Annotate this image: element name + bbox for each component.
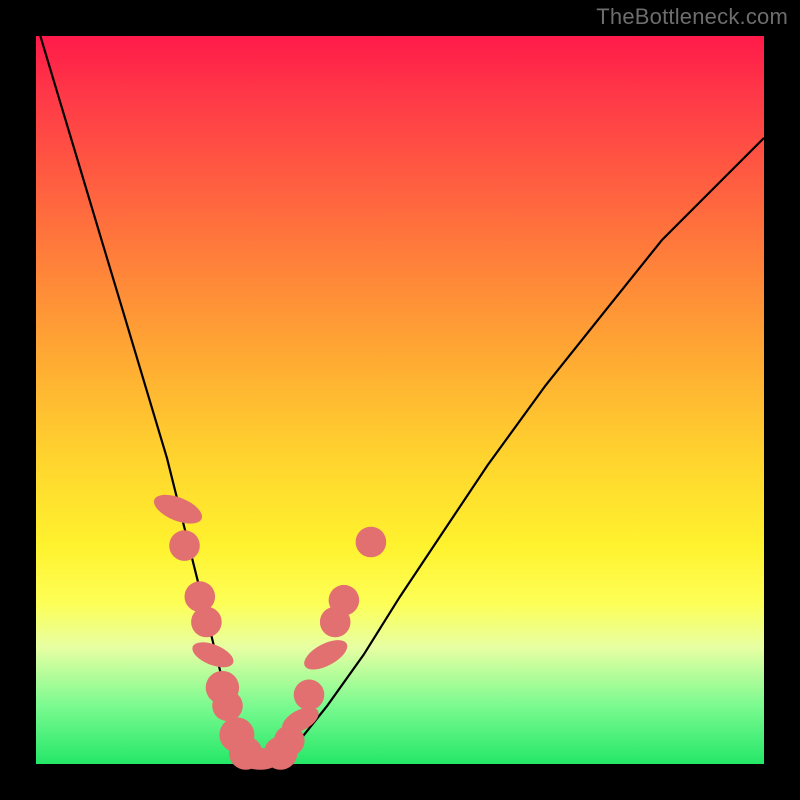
stage: TheBottleneck.com: [0, 0, 800, 800]
data-marker: [191, 607, 222, 638]
data-marker: [300, 634, 352, 676]
data-marker: [329, 585, 360, 616]
data-marker: [150, 489, 206, 530]
data-marker: [212, 691, 243, 722]
watermark-text: TheBottleneck.com: [596, 4, 788, 30]
bottleneck-curve: [36, 21, 764, 759]
data-marker: [294, 680, 325, 711]
data-marker: [356, 527, 387, 558]
markers-group: [150, 489, 386, 770]
data-marker: [169, 530, 200, 561]
chart-svg: [36, 36, 764, 764]
plot-area: [36, 36, 764, 764]
